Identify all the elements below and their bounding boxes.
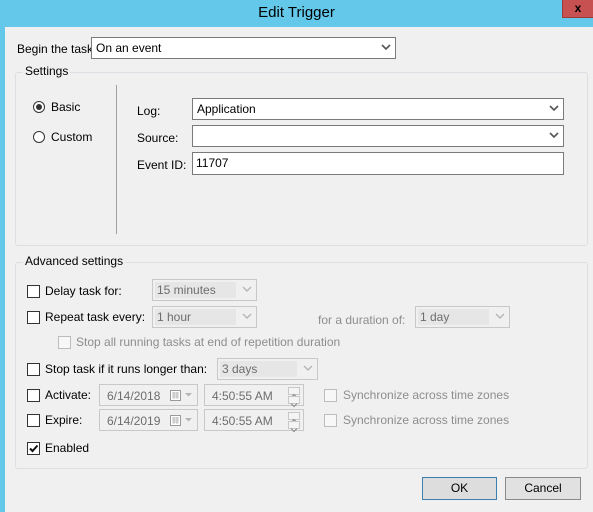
- chevron-down-icon: [303, 365, 313, 371]
- custom-radio[interactable]: [33, 131, 45, 143]
- activate-checkbox[interactable]: [27, 389, 40, 402]
- close-icon: x: [574, 1, 582, 15]
- source-label: Source:: [137, 131, 179, 145]
- begin-task-select[interactable]: On an event: [91, 37, 396, 59]
- cancel-button[interactable]: Cancel: [505, 477, 581, 500]
- stop-all-label: Stop all running tasks at end of repetit…: [76, 335, 341, 349]
- calendar-icon: [170, 390, 181, 401]
- window-title: Edit Trigger: [258, 4, 335, 21]
- checkmark-icon: [29, 444, 39, 453]
- chevron-down-icon: [242, 313, 252, 319]
- basic-radio-label[interactable]: Basic: [51, 100, 80, 114]
- log-label: Log:: [137, 104, 161, 118]
- advanced-settings-title: Advanced settings: [23, 254, 126, 268]
- settings-group-title: Settings: [23, 64, 71, 78]
- stop-longer-value: 3 days: [222, 362, 258, 376]
- source-select[interactable]: [192, 125, 564, 147]
- activate-label: Activate:: [45, 388, 92, 402]
- chevron-down-icon: [290, 428, 298, 433]
- enabled-checkbox[interactable]: [27, 442, 40, 455]
- activate-sync-checkbox[interactable]: [324, 389, 337, 402]
- time-down-button[interactable]: [288, 421, 300, 433]
- repeat-value: 1 hour: [157, 310, 192, 324]
- repeat-label: Repeat task every:: [45, 310, 146, 324]
- expire-time-value: 4:50:55 AM: [212, 414, 273, 428]
- begin-task-value: On an event: [96, 41, 162, 55]
- expire-sync-label: Synchronize across time zones: [343, 413, 510, 427]
- stop-longer-label: Stop task if it runs longer than:: [45, 362, 208, 376]
- log-value: Application: [197, 102, 256, 116]
- stop-all-checkbox[interactable]: [58, 336, 71, 349]
- stop-longer-select[interactable]: 3 days: [217, 358, 318, 380]
- time-up-button[interactable]: [288, 412, 300, 423]
- event-id-value: 11707: [196, 156, 229, 170]
- radio-selected-dot: [36, 104, 42, 110]
- expire-sync-checkbox[interactable]: [324, 414, 337, 427]
- chevron-down-icon: [549, 132, 559, 139]
- event-id-input[interactable]: 11707: [192, 152, 564, 175]
- activate-date-value: 6/14/2018: [107, 389, 161, 403]
- time-up-button[interactable]: [288, 387, 300, 398]
- chevron-down-icon: [495, 313, 505, 319]
- basic-radio[interactable]: [33, 101, 45, 113]
- chevron-down-icon: [549, 105, 559, 112]
- delay-checkbox[interactable]: [27, 285, 40, 298]
- stop-longer-checkbox[interactable]: [27, 363, 40, 376]
- chevron-down-icon: [290, 403, 298, 408]
- activate-time-value: 4:50:55 AM: [212, 389, 273, 403]
- expire-checkbox[interactable]: [27, 414, 40, 427]
- chevron-down-icon: [242, 286, 252, 292]
- chevron-down-icon: [381, 44, 391, 51]
- duration-label: for a duration of:: [318, 313, 406, 327]
- expire-date-picker[interactable]: 6/14/2019: [99, 409, 198, 431]
- event-id-label: Event ID:: [137, 158, 187, 172]
- expire-label: Expire:: [45, 413, 83, 427]
- title-bar: Edit Trigger x: [0, 0, 593, 27]
- duration-select[interactable]: 1 day: [415, 306, 510, 328]
- dialog-body: Begin the task: On an event Settings Bas…: [5, 27, 593, 512]
- time-down-button[interactable]: [288, 396, 300, 408]
- begin-task-label: Begin the task:: [17, 42, 97, 56]
- enabled-label: Enabled: [45, 441, 90, 455]
- activate-time-picker[interactable]: 4:50:55 AM: [204, 384, 304, 408]
- ok-button[interactable]: OK: [422, 477, 497, 500]
- expire-time-picker[interactable]: 4:50:55 AM: [204, 409, 304, 433]
- repeat-checkbox[interactable]: [27, 311, 40, 324]
- delay-value: 15 minutes: [157, 283, 216, 297]
- activate-sync-label: Synchronize across time zones: [343, 388, 510, 402]
- duration-value: 1 day: [420, 310, 450, 324]
- calendar-icon: [170, 415, 181, 426]
- custom-radio-label[interactable]: Custom: [51, 130, 92, 144]
- delay-label: Delay task for:: [45, 284, 122, 298]
- delay-select[interactable]: 15 minutes: [152, 279, 257, 301]
- activate-date-picker[interactable]: 6/14/2018: [99, 384, 198, 406]
- log-select[interactable]: Application: [192, 98, 564, 120]
- settings-divider: [116, 85, 117, 234]
- close-button[interactable]: x: [562, 0, 593, 18]
- repeat-select[interactable]: 1 hour: [152, 306, 257, 328]
- chevron-down-icon: [185, 418, 192, 422]
- expire-date-value: 6/14/2019: [107, 414, 161, 428]
- chevron-down-icon: [185, 393, 192, 397]
